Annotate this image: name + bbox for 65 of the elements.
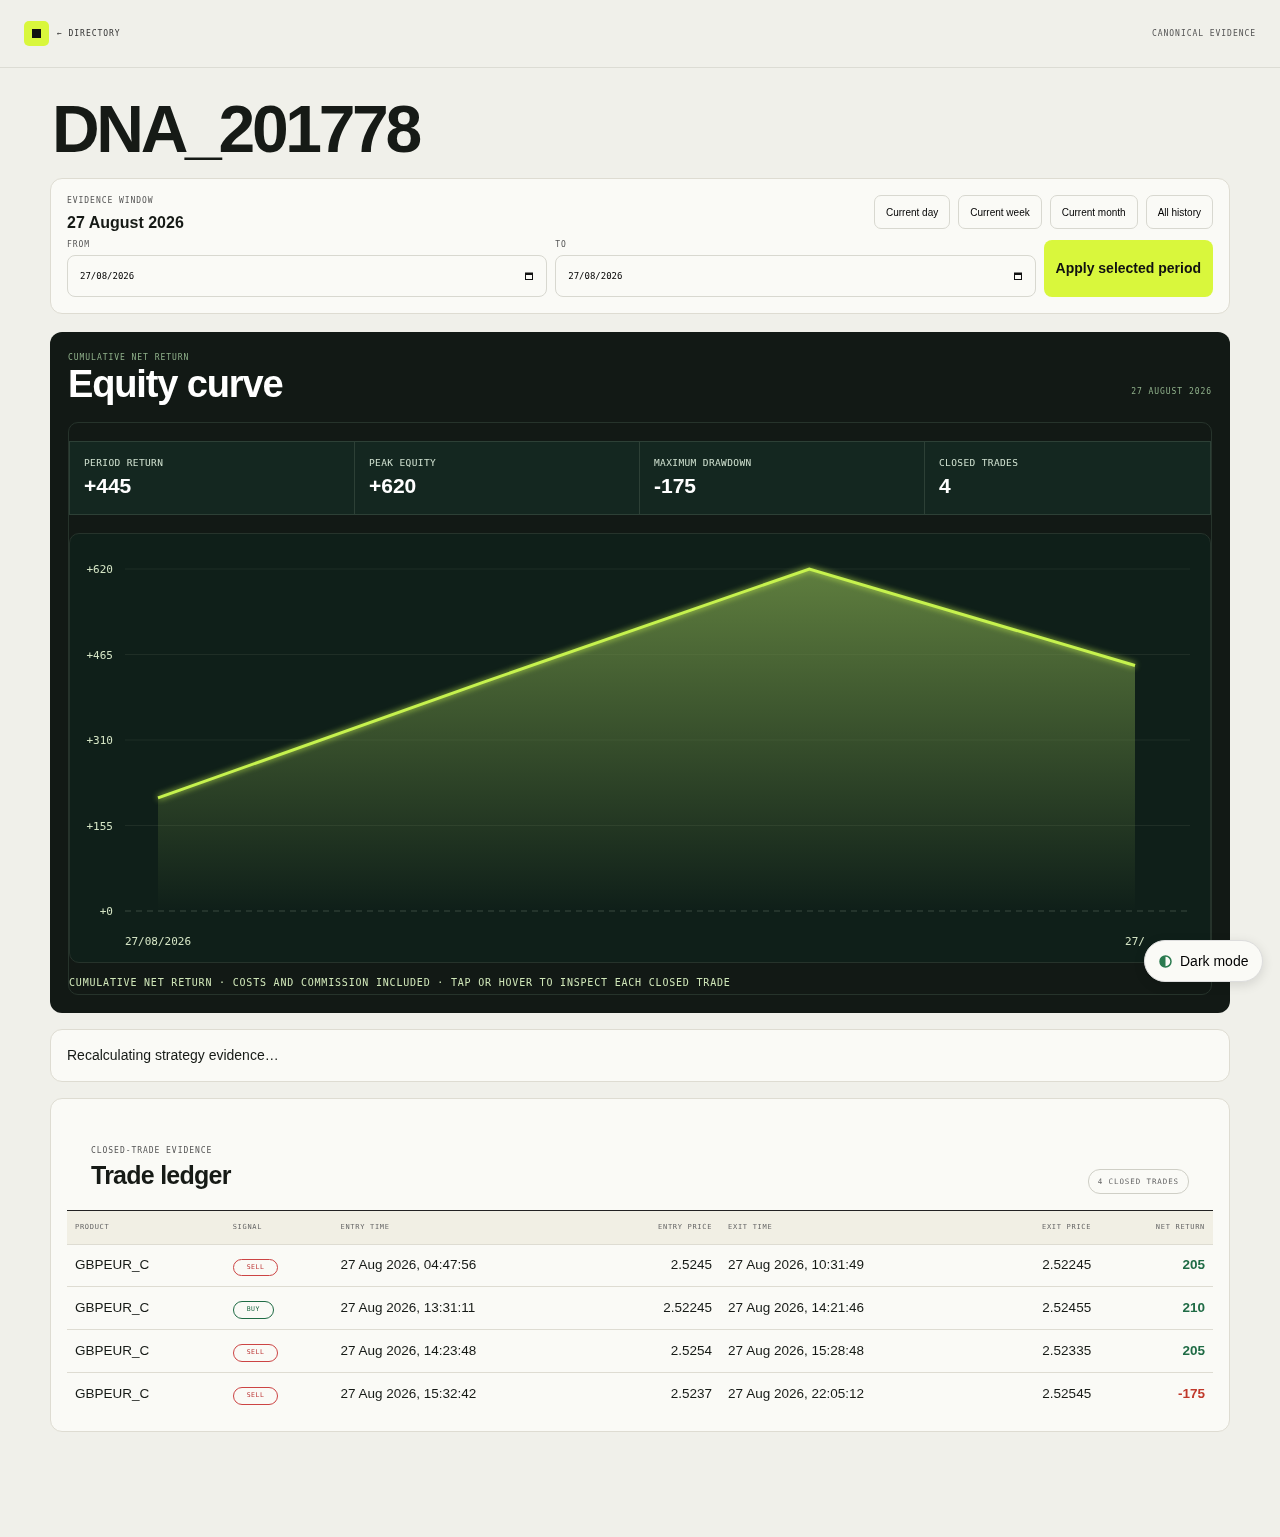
table-cell: 2.52335: [985, 1329, 1100, 1373]
y-axis-label: +155: [86, 819, 113, 833]
period-button[interactable]: Current month: [1049, 195, 1138, 229]
to-date-field[interactable]: 27/08/2026: [555, 255, 1036, 297]
section-eyebrow: CUMULATIVE NET RETURN: [68, 352, 191, 364]
field-label: TO: [555, 239, 568, 251]
field-label: FROM: [67, 239, 92, 251]
y-axis-label: +310: [86, 733, 113, 747]
table-cell: GBPEUR_C: [67, 1286, 225, 1330]
directory-link[interactable]: ← DIRECTORY: [57, 27, 121, 40]
stat-label: CLOSED TRADES: [939, 455, 1020, 470]
stat-value: +445: [84, 473, 133, 500]
table-cell: 2.52455: [985, 1286, 1100, 1330]
calendar-icon: [1013, 272, 1022, 280]
ledger-title: Trade ledger: [91, 1159, 231, 1191]
dark-mode-button[interactable]: Dark mode: [1144, 940, 1264, 982]
logo-icon: [24, 21, 49, 46]
page-title: DNA_201778: [52, 96, 421, 162]
stat-label: PEAK EQUITY: [369, 455, 438, 470]
table-cell: GBPEUR_C: [67, 1244, 225, 1287]
table-cell: -175: [1099, 1372, 1213, 1415]
calendar-icon: [525, 272, 534, 280]
chart-footnote: CUMULATIVE NET RETURN · COSTS AND COMMISSION INCLUDED · TAP OR HOVER TO INSPECT EACH CLOSED TRADE: [69, 975, 732, 990]
table-cell: GBPEUR_C: [67, 1372, 225, 1415]
stat-value: -175: [654, 473, 698, 500]
table-cell: 2.52245: [597, 1286, 721, 1330]
table-cell: 2.52245: [985, 1244, 1100, 1287]
y-axis-label: +620: [86, 562, 113, 576]
header-label: CANONICAL EVIDENCE: [1152, 27, 1256, 40]
table-cell: GBPEUR_C: [67, 1329, 225, 1373]
table-cell: 27 Aug 2026, 13:31:11: [332, 1286, 598, 1330]
table-cell: 2.5254: [597, 1329, 721, 1373]
stat-label: PERIOD RETURN: [84, 455, 165, 470]
apply-button[interactable]: Apply selected period: [1043, 240, 1213, 297]
chart-title: Equity curve: [68, 364, 283, 406]
period-button[interactable]: Current week: [958, 195, 1042, 229]
table-cell: 27 Aug 2026, 22:05:12: [720, 1372, 986, 1415]
period-button[interactable]: All history: [1145, 195, 1213, 229]
window-date: 27 August 2026: [67, 213, 184, 233]
table-cell: 27 Aug 2026, 14:23:48: [332, 1329, 598, 1373]
table-cell: 2.5245: [597, 1244, 721, 1287]
x-axis-label: 27/08/2026: [124, 934, 192, 948]
stat-value: 4: [939, 473, 952, 500]
table-cell: 27 Aug 2026, 15:28:48: [720, 1329, 986, 1373]
section-eyebrow: EVIDENCE WINDOW: [67, 195, 155, 207]
chart-date: 27 AUGUST 2026: [1131, 385, 1212, 398]
table-cell: 27 Aug 2026, 10:31:49: [720, 1244, 986, 1287]
x-axis-label: 27/: [1125, 934, 1145, 948]
contrast-icon: [1159, 954, 1172, 968]
table-cell: 2.52545: [985, 1372, 1100, 1415]
y-axis-label: +0: [99, 904, 113, 918]
from-date-field[interactable]: 27/08/2026: [67, 255, 548, 297]
table-cell: 27 Aug 2026, 15:32:42: [332, 1372, 598, 1415]
table-cell: 205: [1099, 1329, 1213, 1373]
table-cell: 210: [1099, 1286, 1213, 1330]
table-cell: 205: [1099, 1244, 1213, 1287]
table-cell: 27 Aug 2026, 04:47:56: [332, 1244, 598, 1287]
y-axis-label: +465: [86, 648, 113, 662]
status-message: Recalculating strategy evidence…: [67, 1045, 279, 1065]
period-button[interactable]: Current day: [874, 195, 951, 229]
table-cell: 27 Aug 2026, 14:21:46: [720, 1286, 986, 1330]
stat-label: MAXIMUM DRAWDOWN: [654, 455, 753, 470]
section-eyebrow: CLOSED-TRADE EVIDENCE: [91, 1144, 214, 1157]
stat-value: +620: [369, 473, 418, 500]
table-cell: 2.5237: [597, 1372, 721, 1415]
